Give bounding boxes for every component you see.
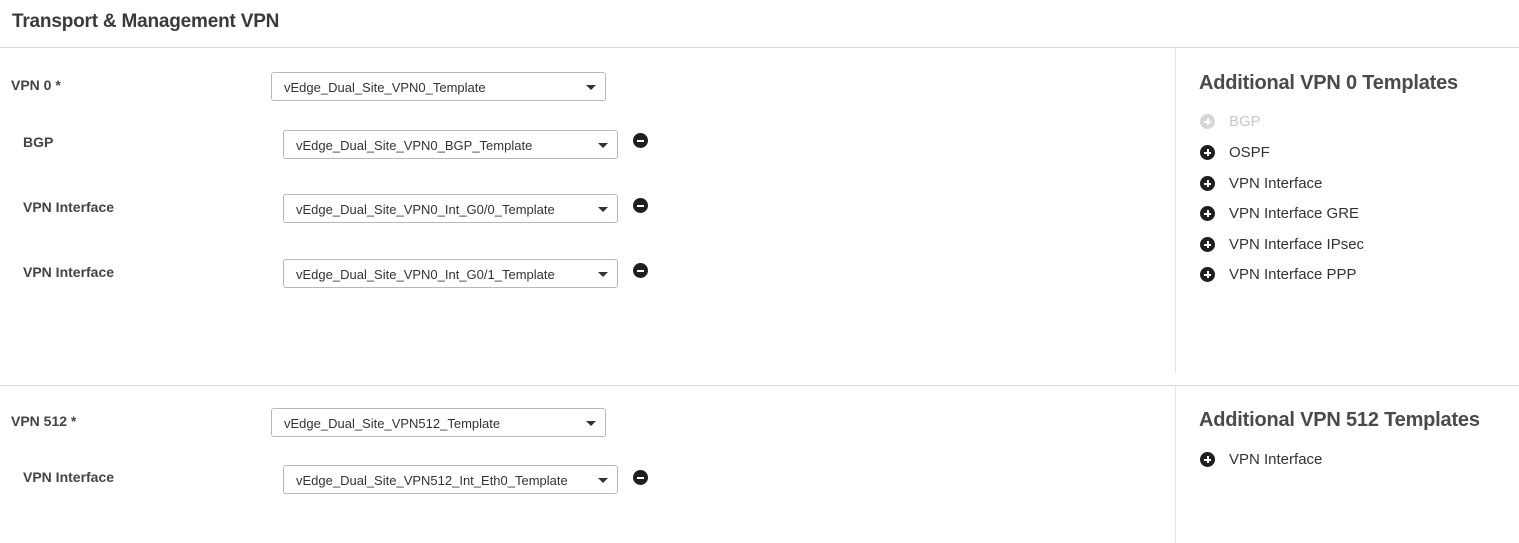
vpn0-interface-g01-template-select[interactable]: vEdge_Dual_Site_VPN0_Int_G0/1_Template (283, 259, 618, 288)
add-vpn0-interface-label: VPN Interface (1229, 175, 1323, 192)
plus-circle-icon (1200, 267, 1215, 282)
remove-bgp-template-icon[interactable] (633, 133, 648, 148)
vpn0-sub-label-interface-1: VPN Interface (23, 199, 115, 215)
plus-circle-icon (1200, 206, 1215, 221)
remove-vpn512-interface-template-icon[interactable] (633, 470, 648, 485)
vpn0-interface-g00-template-value: vEdge_Dual_Site_VPN0_Int_G0/0_Template (296, 202, 555, 217)
add-vpn0-interface-gre-label: VPN Interface GRE (1229, 205, 1360, 222)
vpn512-label: VPN 512 * (11, 413, 77, 429)
page-title: Transport & Management VPN (12, 11, 280, 32)
add-vpn0-bgp-label: BGP (1229, 113, 1261, 130)
add-vpn0-interface-ipsec-label: VPN Interface IPsec (1229, 236, 1365, 253)
plus-circle-icon (1200, 145, 1215, 160)
remove-interface-g00-template-icon[interactable] (633, 198, 648, 213)
plus-circle-icon (1200, 114, 1215, 129)
plus-circle-icon (1200, 237, 1215, 252)
add-vpn0-interface-ppp-label: VPN Interface PPP (1229, 266, 1357, 283)
vpn512-interface-template-select[interactable]: vEdge_Dual_Site_VPN512_Int_Eth0_Template (283, 465, 618, 494)
caret-down-icon (598, 478, 608, 483)
caret-down-icon (586, 421, 596, 426)
vpn512-additional-title: Additional VPN 512 Templates (1199, 409, 1480, 431)
vpn0-sub-label-interface-2: VPN Interface (23, 264, 115, 280)
caret-down-icon (598, 272, 608, 277)
plus-circle-icon (1200, 452, 1215, 467)
vpn0-section: VPN 0 * vEdge_Dual_Site_VPN0_Template BG… (0, 49, 1519, 373)
caret-down-icon (598, 143, 608, 148)
caret-down-icon (586, 85, 596, 90)
vpn512-additional-templates-panel: Additional VPN 512 Templates VPN Interfa… (1177, 386, 1519, 543)
vpn512-section: VPN 512 * vEdge_Dual_Site_VPN512_Templat… (0, 385, 1519, 543)
vpn0-template-value: vEdge_Dual_Site_VPN0_Template (284, 80, 486, 95)
vpn0-interface-g00-template-select[interactable]: vEdge_Dual_Site_VPN0_Int_G0/0_Template (283, 194, 618, 223)
vpn512-interface-template-value: vEdge_Dual_Site_VPN512_Int_Eth0_Template (296, 473, 568, 488)
vpn0-bgp-template-value: vEdge_Dual_Site_VPN0_BGP_Template (296, 138, 533, 153)
add-vpn0-ospf-label: OSPF (1229, 144, 1270, 161)
vpn0-label: VPN 0 * (11, 77, 61, 93)
vpn0-sub-label-bgp: BGP (23, 134, 54, 150)
page-header: Transport & Management VPN (0, 0, 1519, 48)
vpn0-additional-title: Additional VPN 0 Templates (1199, 72, 1458, 94)
vpn0-templates-pane: VPN 0 * vEdge_Dual_Site_VPN0_Template BG… (0, 49, 1176, 373)
vpn0-interface-g01-template-value: vEdge_Dual_Site_VPN0_Int_G0/1_Template (296, 267, 555, 282)
vpn512-sub-label-interface: VPN Interface (23, 469, 115, 485)
add-vpn512-interface-label: VPN Interface (1229, 451, 1323, 468)
plus-circle-icon (1200, 176, 1215, 191)
vpn0-template-select[interactable]: vEdge_Dual_Site_VPN0_Template (271, 72, 606, 101)
vpn512-template-value: vEdge_Dual_Site_VPN512_Template (284, 416, 501, 431)
caret-down-icon (598, 207, 608, 212)
vpn512-templates-pane: VPN 512 * vEdge_Dual_Site_VPN512_Templat… (0, 386, 1176, 543)
vpn0-additional-templates-panel: Additional VPN 0 Templates BGP OSPF VPN … (1177, 49, 1519, 373)
vpn0-bgp-template-select[interactable]: vEdge_Dual_Site_VPN0_BGP_Template (283, 130, 618, 159)
vpn512-template-select[interactable]: vEdge_Dual_Site_VPN512_Template (271, 408, 606, 437)
remove-interface-g01-template-icon[interactable] (633, 263, 648, 278)
